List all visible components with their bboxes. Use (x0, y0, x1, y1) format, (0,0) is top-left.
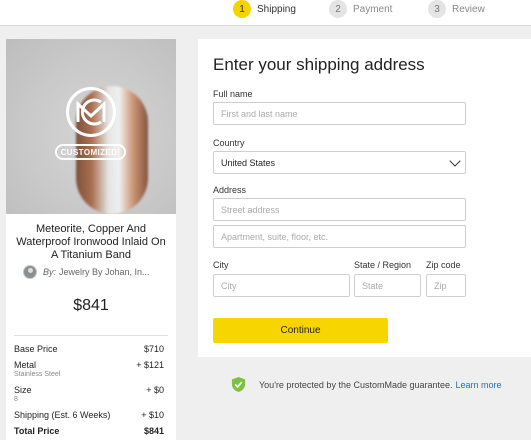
divider (14, 335, 168, 336)
price-line-metal: Metal Stainless Steel + $121 (14, 360, 164, 378)
maker-name[interactable]: Jewelry By Johan, In... (59, 267, 150, 277)
avatar (23, 265, 37, 279)
continue-button[interactable]: Continue (213, 318, 388, 343)
line-value: + $10 (141, 410, 164, 420)
step-label: Shipping (257, 3, 296, 15)
line-value: $841 (143, 426, 164, 436)
shield-check-icon (231, 377, 246, 392)
customized-badge: CUSTOMIZED! (55, 144, 126, 160)
country-select[interactable]: United States (213, 151, 466, 174)
city-label: City (213, 260, 229, 270)
city-input[interactable]: City (213, 274, 350, 297)
step-review[interactable]: 3 Review (428, 0, 485, 18)
zip-input[interactable]: Zip (426, 274, 466, 297)
shipping-form: Enter your shipping address Full name Fi… (198, 39, 531, 357)
step-number: 2 (329, 0, 347, 18)
product-image[interactable]: CUSTOMIZED! (6, 39, 176, 214)
line-label: Shipping (Est. 6 Weeks) (14, 410, 111, 420)
step-payment[interactable]: 2 Payment (329, 0, 392, 18)
step-shipping[interactable]: 1 Shipping (233, 0, 296, 18)
step-number: 1 (233, 0, 251, 18)
zip-label: Zip code (426, 260, 461, 270)
line-sub: 8 (14, 396, 18, 403)
custommade-logo-icon (66, 87, 116, 137)
chevron-down-icon (449, 154, 461, 167)
guarantee-notice: You're protected by the CustomMade guara… (231, 376, 502, 393)
line-label: Metal (14, 360, 37, 370)
full-name-label: Full name (213, 89, 253, 99)
state-input[interactable]: State (354, 274, 421, 297)
line-value: $710 (143, 344, 164, 354)
guarantee-text: You're protected by the CustomMade guara… (259, 379, 453, 390)
price-line-shipping: Shipping (Est. 6 Weeks) + $10 (14, 410, 164, 420)
country-value: United States (221, 157, 276, 168)
full-name-input[interactable]: First and last name (213, 102, 466, 125)
line-label: Size (14, 385, 32, 395)
learn-more-link[interactable]: Learn more (456, 380, 502, 390)
country-label: Country (213, 138, 245, 148)
order-summary-card: CUSTOMIZED! Meteorite, Copper And Waterp… (6, 39, 176, 440)
by-label: By: (43, 267, 57, 277)
line-sub: Stainless Steel (14, 371, 61, 378)
price-line-base: Base Price $710 (14, 344, 164, 354)
step-label: Payment (353, 3, 393, 15)
street-address-input[interactable]: Street address (213, 198, 466, 221)
step-number: 3 (428, 0, 446, 18)
maker-info[interactable]: By: Jewelry By Johan, In... (23, 265, 150, 279)
checkout-steps-bar: 1 Shipping 2 Payment 3 Review (0, 0, 531, 26)
state-label: State / Region (354, 260, 412, 270)
step-label: Review (452, 3, 485, 15)
line-value: + $121 (136, 360, 164, 370)
line-label: Total Price (14, 426, 60, 436)
form-title: Enter your shipping address (213, 55, 425, 74)
price-line-total: Total Price $841 (14, 426, 164, 436)
line-value: + $0 (146, 385, 164, 395)
line-label: Base Price (14, 344, 58, 354)
product-price: $841 (73, 297, 109, 314)
apartment-input[interactable]: Apartment, suite, floor, etc. (213, 225, 466, 248)
address-label: Address (213, 185, 247, 195)
product-title[interactable]: Meteorite, Copper And Waterproof Ironwoo… (14, 223, 168, 262)
price-line-size: Size 8 + $0 (14, 385, 164, 403)
